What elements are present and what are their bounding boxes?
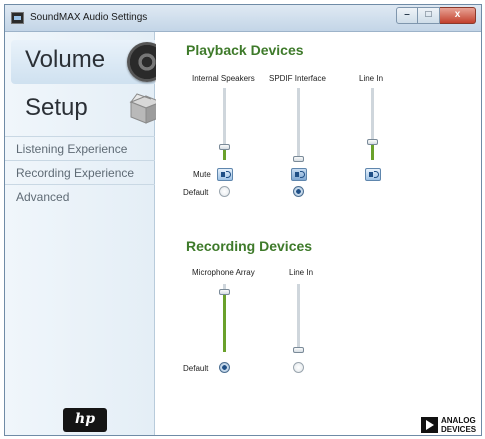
subnav-listening-experience[interactable]: Listening Experience <box>5 136 155 160</box>
mute-button[interactable] <box>217 168 233 181</box>
default-radio[interactable] <box>219 186 230 197</box>
hp-logo-text: hp <box>75 411 95 427</box>
app-icon <box>11 12 24 24</box>
speaker-mute-icon <box>369 172 373 177</box>
close-icon: x <box>454 9 461 20</box>
nav-setup-label: Setup <box>25 94 88 121</box>
default-radio[interactable] <box>219 362 230 373</box>
default-label: Default <box>183 364 209 373</box>
default-radio[interactable] <box>293 362 304 373</box>
recording-device-label: Microphone Array <box>192 268 255 277</box>
minimize-button[interactable]: – <box>396 7 418 24</box>
subnav-advanced[interactable]: Advanced <box>5 184 155 208</box>
analog-devices-text: ANALOG DEVICES <box>441 416 476 434</box>
playback-volume-track[interactable] <box>371 88 374 160</box>
analog-devices-logo: ANALOG DEVICES <box>421 416 481 434</box>
nav-setup[interactable]: Setup <box>11 90 163 130</box>
speaker-mute-icon <box>295 172 299 177</box>
recording-volume-thumb[interactable] <box>293 346 304 353</box>
analog-devices-mark <box>421 417 438 433</box>
recording-volume-fill <box>223 292 226 352</box>
playback-volume-thumb[interactable] <box>367 139 378 145</box>
mute-button[interactable] <box>291 168 307 181</box>
recording-volume-thumb[interactable] <box>219 289 230 296</box>
recording-volume-track[interactable] <box>297 284 300 352</box>
default-radio[interactable] <box>293 186 304 197</box>
default-label: Default <box>183 188 209 197</box>
recording-devices-title: Recording Devices <box>186 238 313 254</box>
setup-subnav: Listening Experience Recording Experienc… <box>5 136 155 208</box>
minimize-icon: – <box>404 9 410 20</box>
title-bar: SoundMAX Audio Settings – □ x <box>5 5 481 32</box>
analog-devices-line: ANALOG <box>441 416 476 425</box>
maximize-button[interactable]: □ <box>418 7 440 24</box>
playback-device-label: SPDIF Interface <box>269 74 326 83</box>
sidebar: Volume Setup Listening Experience Record… <box>5 32 167 435</box>
playback-device-label: Internal Speakers <box>192 74 255 83</box>
subnav-recording-experience[interactable]: Recording Experience <box>5 160 155 184</box>
mute-button[interactable] <box>365 168 381 181</box>
close-button[interactable]: x <box>440 7 476 24</box>
playback-volume-track[interactable] <box>297 88 300 160</box>
window-controls: – □ x <box>396 7 476 24</box>
playback-device-label: Line In <box>359 74 384 83</box>
mute-label: Mute <box>193 170 211 179</box>
speaker-mute-icon <box>221 172 225 177</box>
nav-volume-label: Volume <box>25 46 106 73</box>
soundmax-window: SoundMAX Audio Settings – □ x Volume Set… <box>4 4 482 436</box>
playback-devices-title: Playback Devices <box>186 42 304 58</box>
maximize-icon: □ <box>425 9 432 20</box>
playback-volume-thumb[interactable] <box>219 144 230 151</box>
window-title: SoundMAX Audio Settings <box>30 12 148 23</box>
nav-volume[interactable]: Volume <box>11 40 167 84</box>
hp-logo: hp <box>63 408 107 432</box>
analog-devices-line: DEVICES <box>441 425 477 434</box>
playback-volume-thumb[interactable] <box>293 155 304 162</box>
recording-device-label: Line In <box>289 268 314 277</box>
main-panel: Playback Devices Internal Speakers SPDIF… <box>156 32 481 435</box>
